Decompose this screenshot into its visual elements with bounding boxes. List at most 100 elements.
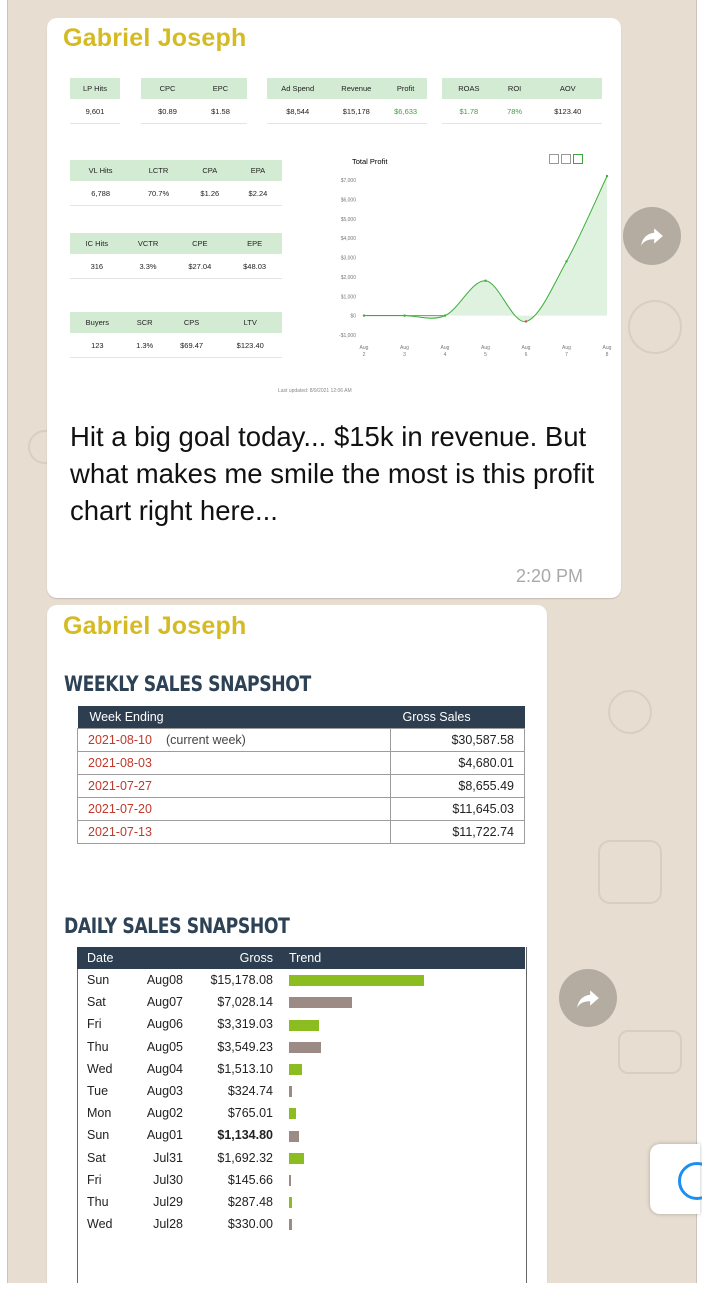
- day-name: Thu: [87, 1039, 109, 1054]
- y-tick-label: $4,000: [341, 236, 357, 242]
- dashboard-image[interactable]: LP Hits 9,601 CPC EPC $0.89 $1.58 Ad Spend…: [62, 70, 612, 405]
- cpc-metrics-table: CPC EPC $0.89 $1.58: [141, 78, 247, 124]
- table-row: Sun Aug08 $15,178.08: [77, 969, 525, 991]
- lp-metrics-table: LP Hits 9,601: [70, 78, 120, 124]
- metric-value: $2.24: [233, 181, 282, 206]
- gross-value: $3,549.23: [217, 1039, 273, 1054]
- chart-title: Total Profit: [352, 157, 388, 166]
- metric-value: 1.3%: [124, 333, 165, 358]
- x-tick-label: Aug: [481, 345, 490, 351]
- x-tick-label: 8: [606, 352, 609, 358]
- day-date: Aug08: [146, 973, 183, 988]
- sender-name[interactable]: Gabriel Joseph: [63, 24, 246, 53]
- day-date: Jul31: [153, 1150, 183, 1165]
- ic-metrics-table: IC Hits VCTR CPE EPE 316 3.3% $27.04 $48.03: [70, 233, 282, 279]
- x-tick-label: 7: [565, 352, 568, 358]
- gross-sales: $8,655.49: [390, 774, 525, 798]
- vl-metrics-table: VL Hits LCTR CPA EPA 6,788 70.7% $1.26 $2.24: [70, 160, 282, 206]
- metric-header: VL Hits: [70, 160, 132, 181]
- x-tick-label: 5: [484, 352, 487, 358]
- metric-value: $1.78: [442, 99, 496, 124]
- day-date: Jul28: [153, 1217, 183, 1232]
- metric-value: $48.03: [227, 254, 282, 279]
- metric-header: Profit: [384, 78, 427, 99]
- trend-cell: [289, 1013, 525, 1035]
- x-tick-label: Aug: [522, 345, 531, 351]
- day-name: Tue: [87, 1084, 109, 1099]
- side-overlay-button[interactable]: [650, 1144, 702, 1214]
- gross-sales: $11,722.74: [390, 820, 525, 844]
- metric-header: ROI: [495, 78, 534, 99]
- circle-icon: [678, 1162, 702, 1200]
- trend-bar: [289, 1064, 302, 1076]
- trend-bar: [289, 997, 352, 1009]
- metric-header: IC Hits: [70, 233, 124, 254]
- table-row: Sat Aug07 $7,028.14: [77, 991, 525, 1013]
- metric-header: LP Hits: [70, 78, 120, 99]
- table-row: Fri Jul30 $145.66: [77, 1169, 525, 1191]
- total-profit-chart: $7,000 $6,000 $5,000 $4,000 $3,000 $2,000 $1,0…: [339, 174, 612, 358]
- metric-value: 123: [70, 333, 125, 358]
- forward-arrow-icon[interactable]: [559, 969, 617, 1027]
- trend-bar: [289, 1041, 321, 1053]
- day-date: Jul30: [153, 1172, 183, 1187]
- profit-point: [524, 320, 528, 323]
- week-date: 2021-07-27: [77, 774, 391, 798]
- profit-point: [403, 314, 406, 317]
- metric-header: CPC: [141, 78, 194, 99]
- gross-value: $3,319.03: [217, 1017, 273, 1032]
- chart-download-icon[interactable]: [573, 154, 583, 164]
- gross-sales: $4,680.01: [390, 751, 525, 775]
- chat-background: Gabriel Joseph LP Hits 9,601 CPC EPC $0.8…: [7, 0, 697, 1283]
- metric-header: EPC: [194, 78, 247, 99]
- x-tick-label: Aug: [562, 345, 571, 351]
- trend-cell: [289, 1169, 525, 1191]
- column-header: Gross Sales: [390, 706, 525, 729]
- day-date: Aug03: [146, 1084, 183, 1099]
- day-name: Sun: [87, 1128, 110, 1143]
- metric-value: $0.89: [141, 99, 194, 124]
- gross-value: $1,692.32: [217, 1150, 273, 1165]
- sender-name[interactable]: Gabriel Joseph: [63, 612, 246, 641]
- x-tick-label: Aug: [441, 345, 450, 351]
- ad-metrics-table: Ad Spend Revenue Profit $8,544 $15,178 $6,63…: [267, 78, 427, 124]
- metric-value: 316: [70, 254, 124, 279]
- background-doodle: [608, 690, 652, 734]
- gross-value: $287.48: [227, 1194, 273, 1209]
- trend-cell: [289, 1191, 525, 1213]
- trend-cell: [289, 1080, 525, 1102]
- day-name: Wed: [87, 1061, 113, 1076]
- y-tick-label: $7,000: [341, 178, 357, 184]
- metric-value: $69.47: [164, 333, 219, 358]
- gross-sales: $30,587.58: [390, 728, 525, 752]
- metric-value: 70.7%: [131, 181, 186, 206]
- profit-point: [565, 260, 568, 263]
- metric-value: $27.04: [172, 254, 228, 279]
- x-tick-label: 4: [444, 352, 447, 358]
- chart-table-icon[interactable]: [549, 154, 559, 164]
- metric-value: $15,178: [328, 99, 385, 124]
- day-date: Aug01: [146, 1128, 183, 1143]
- metric-header: Ad Spend: [267, 78, 329, 99]
- metric-header: LCTR: [131, 160, 186, 181]
- trend-bar: [289, 1130, 299, 1142]
- y-tick-label: $0: [350, 314, 356, 320]
- trend-cell: [289, 1147, 525, 1169]
- table-row: Fri Aug06 $3,319.03: [77, 1013, 525, 1035]
- forward-arrow-icon[interactable]: [623, 207, 681, 265]
- profit-point: [605, 174, 609, 178]
- metric-value: 78%: [495, 99, 534, 124]
- trend-cell: [289, 1124, 525, 1146]
- message-text[interactable]: Hit a big goal today... $15k in revenue.…: [70, 418, 610, 529]
- chart-grid-icon[interactable]: [561, 154, 571, 164]
- day-name: Thu: [87, 1194, 109, 1209]
- table-row: 2021-07-27 $8,655.49: [77, 774, 525, 798]
- metric-header: VCTR: [123, 233, 173, 254]
- x-tick-label: 2: [363, 352, 366, 358]
- y-tick-label: $1,000: [341, 294, 357, 300]
- trend-bar: [289, 975, 424, 987]
- trend-cell: [289, 969, 525, 991]
- x-tick-label: Aug: [400, 345, 409, 351]
- trend-cell: [289, 1058, 525, 1080]
- gross-value: $145.66: [227, 1172, 273, 1187]
